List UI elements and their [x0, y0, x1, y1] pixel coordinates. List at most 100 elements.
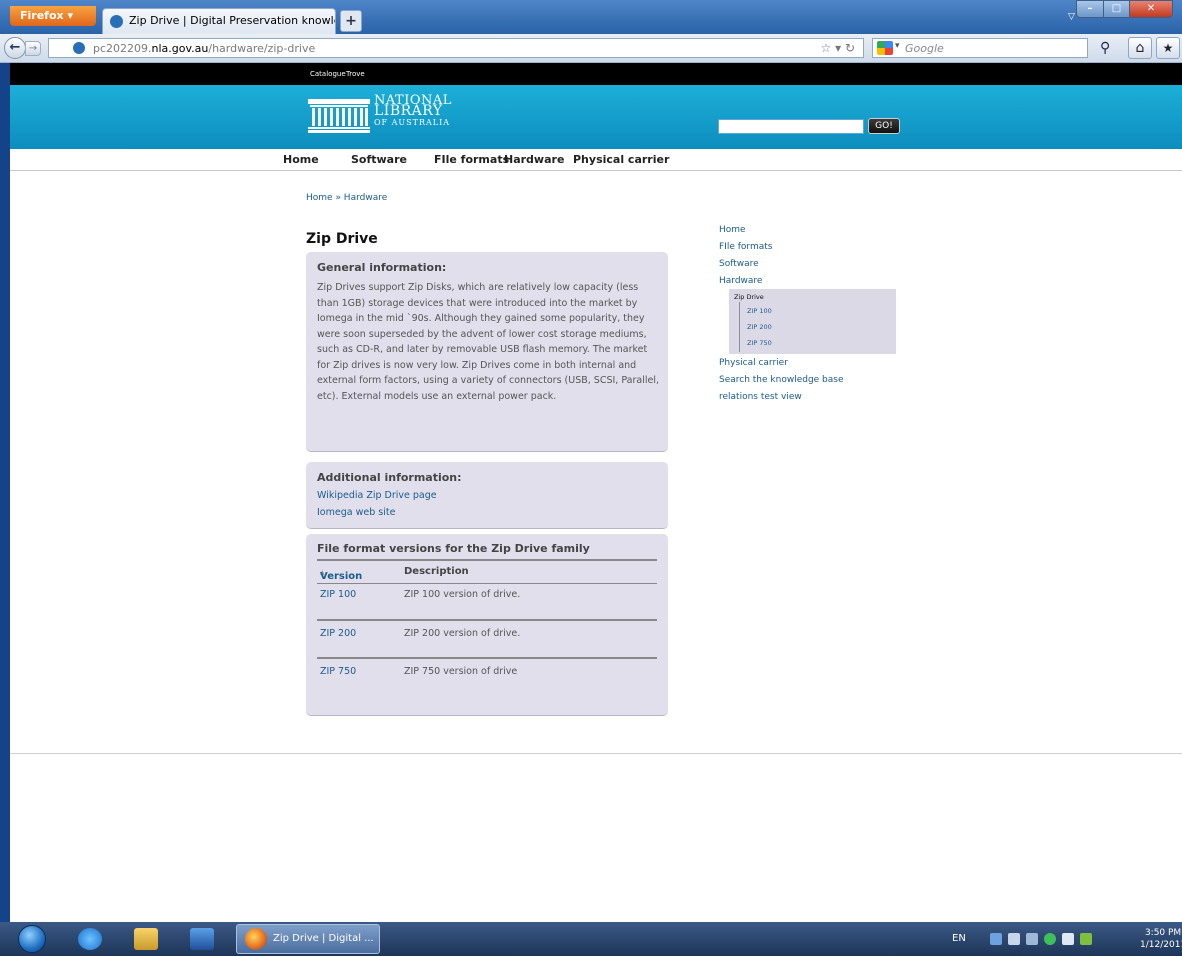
sidebar-item-file-formats[interactable]: FIle formats — [719, 242, 772, 252]
general-info-box: General information: Zip Drives support … — [306, 252, 668, 452]
maximize-button[interactable]: □ — [1103, 0, 1130, 18]
tab-title: Zip Drive | Digital Preservation knowled… — [129, 14, 335, 27]
minimize-button[interactable]: – — [1076, 0, 1104, 18]
site-identity-icon[interactable] — [73, 42, 85, 54]
url-tools: ☆ ▾ ↻ — [820, 41, 855, 55]
subnav-current-zip-drive[interactable]: Zip Drive — [734, 293, 764, 301]
tray-cursor-icon[interactable] — [1008, 933, 1020, 945]
internet-explorer-icon[interactable] — [78, 928, 102, 950]
page-viewport: Catalogue Trove NATIONAL LIBRARY OF AUST… — [10, 63, 1182, 922]
sidebar-item-hardware[interactable]: Hardware — [719, 276, 762, 286]
table-row: ZIP 750 ZIP 750 version of drive — [317, 659, 657, 697]
nla-logo-text[interactable]: NATIONAL LIBRARY OF AUSTRALIA — [374, 94, 452, 128]
firefox-menu-button[interactable]: Firefox ▾ — [10, 6, 96, 26]
network-icon[interactable] — [1026, 933, 1038, 945]
search-engine-box[interactable]: ▾ Google — [872, 38, 1088, 58]
start-orb-icon[interactable] — [18, 925, 46, 953]
url-text[interactable]: pc202209.nla.gov.au/hardware/zip-drive — [93, 42, 315, 55]
list-all-tabs-icon[interactable]: ▽ — [1068, 12, 1075, 22]
url-prefix: pc202209. — [93, 42, 152, 55]
versions-heading: File format versions for the Zip Drive f… — [317, 542, 590, 555]
sidebar-item-physical-carrier[interactable]: Physical carrier — [719, 358, 788, 368]
back-button[interactable]: ← — [4, 37, 26, 59]
site-search-input[interactable] — [718, 119, 864, 134]
reload-icon[interactable]: ↻ — [845, 41, 855, 55]
google-engine-icon[interactable] — [877, 41, 893, 55]
version-description: ZIP 200 version of drive. — [404, 628, 521, 639]
general-info-body: Zip Drives support Zip Disks, which are … — [317, 282, 659, 402]
address-bar[interactable]: pc202209.nla.gov.au/hardware/zip-drive ☆… — [48, 38, 864, 58]
search-placeholder: Google — [905, 42, 944, 55]
clock-date: 1/12/2011 — [1140, 940, 1182, 950]
logo-line-library: LIBRARY — [374, 103, 443, 119]
page-title: Zip Drive — [306, 231, 378, 247]
logo-line-of-australia: OF AUSTRALIA — [374, 118, 451, 127]
language-indicator[interactable]: EN — [952, 933, 966, 944]
window-controls: – □ ✕ — [1076, 0, 1176, 18]
browser-toolbar: ← → pc202209.nla.gov.au/hardware/zip-dri… — [0, 34, 1182, 63]
media-player-icon[interactable] — [190, 928, 214, 950]
sidebar-item-search-knowledge-base[interactable]: Search the knowledge base — [719, 375, 844, 385]
windows-explorer-icon[interactable] — [134, 928, 158, 950]
catalogue-link[interactable]: Catalogue — [310, 70, 346, 78]
subnav-item-zip-200[interactable]: ZIP 200 — [747, 323, 772, 331]
home-button[interactable]: ⌂ — [1128, 37, 1152, 59]
nav-physical-carrier[interactable]: Physical carrier — [573, 153, 669, 166]
bookmarks-button[interactable]: ★ — [1156, 37, 1180, 59]
breadcrumb[interactable]: Home » Hardware — [306, 193, 387, 203]
tray-update-icon[interactable] — [1080, 933, 1092, 945]
description-column-header: Description — [404, 566, 469, 577]
version-description: ZIP 100 version of drive. — [404, 589, 521, 600]
browser-tab-active[interactable]: Zip Drive | Digital Preservation knowled… — [102, 8, 336, 34]
main-navigation: Home Software FIle formats Hardware Phys… — [10, 149, 1182, 171]
footer-divider — [10, 753, 1182, 754]
sidebar-subnav: Zip Drive ZIP 100 ZIP 200 ZIP 750 — [729, 289, 896, 354]
engine-dropdown-icon[interactable]: ▾ — [895, 41, 900, 51]
versions-table-header: Version ▲ Description — [317, 559, 657, 584]
site-banner: NATIONAL LIBRARY OF AUSTRALIA GO! — [10, 85, 1182, 149]
forward-button[interactable]: → — [25, 41, 41, 56]
nla-building-logo-icon[interactable] — [308, 99, 370, 133]
subnav-item-zip-100[interactable]: ZIP 100 — [747, 307, 772, 315]
trove-link[interactable]: Trove — [346, 70, 365, 78]
taskbar-firefox-window[interactable]: Zip Drive | Digital ... — [236, 924, 380, 954]
additional-info-heading: Additional information: — [317, 471, 462, 484]
firefox-icon — [245, 928, 267, 950]
nav-file-formats[interactable]: FIle formats — [434, 153, 509, 166]
version-link[interactable]: ZIP 100 — [320, 589, 356, 600]
search-magnifier-icon[interactable]: ⚲ — [1100, 40, 1110, 56]
versions-box: File format versions for the Zip Drive f… — [306, 534, 668, 716]
version-column-label: Version — [320, 571, 363, 582]
nav-software[interactable]: Software — [351, 153, 407, 166]
nav-hardware[interactable]: Hardware — [504, 153, 564, 166]
system-clock[interactable]: 3:50 PM 1/12/2011 — [1140, 927, 1182, 951]
bookmark-star-icon[interactable]: ☆ — [820, 41, 831, 55]
subnav-item-zip-750[interactable]: ZIP 750 — [747, 339, 772, 347]
url-domain: nla.gov.au — [151, 42, 209, 55]
new-tab-button[interactable]: + — [340, 10, 362, 32]
iomega-link[interactable]: Iomega web site — [317, 507, 395, 518]
windows-taskbar: Zip Drive | Digital ... EN — [0, 922, 1182, 956]
sidebar-item-home[interactable]: Home — [719, 225, 746, 235]
tray-app-icon[interactable] — [990, 933, 1002, 945]
tray-sync-icon[interactable] — [1044, 933, 1056, 945]
version-column-header[interactable]: Version ▲ — [320, 566, 362, 582]
wikipedia-link[interactable]: Wikipedia Zip Drive page — [317, 490, 437, 501]
version-link[interactable]: ZIP 200 — [320, 628, 356, 639]
nav-home[interactable]: Home — [283, 153, 319, 166]
subnav-tree-line — [739, 302, 740, 352]
sidebar-item-software[interactable]: Software — [719, 259, 759, 269]
drupal-favicon-icon — [110, 15, 123, 28]
table-row: ZIP 200 ZIP 200 version of drive. — [317, 621, 657, 659]
additional-info-box: Additional information: Wikipedia Zip Dr… — [306, 462, 668, 529]
volume-icon[interactable] — [1062, 933, 1074, 945]
site-search-go-button[interactable]: GO! — [868, 118, 900, 134]
version-description: ZIP 750 version of drive — [404, 666, 518, 677]
history-dropdown-icon[interactable]: ▾ — [835, 41, 841, 55]
version-link[interactable]: ZIP 750 — [320, 666, 356, 677]
url-path: /hardware/zip-drive — [208, 42, 316, 55]
sidebar-item-relations-test-view[interactable]: relations test view — [719, 392, 802, 402]
close-window-button[interactable]: ✕ — [1129, 0, 1173, 18]
firefox-menu-label: Firefox — [20, 9, 64, 22]
window-titlebar: Firefox ▾ Zip Drive | Digital Preservati… — [0, 0, 1182, 34]
